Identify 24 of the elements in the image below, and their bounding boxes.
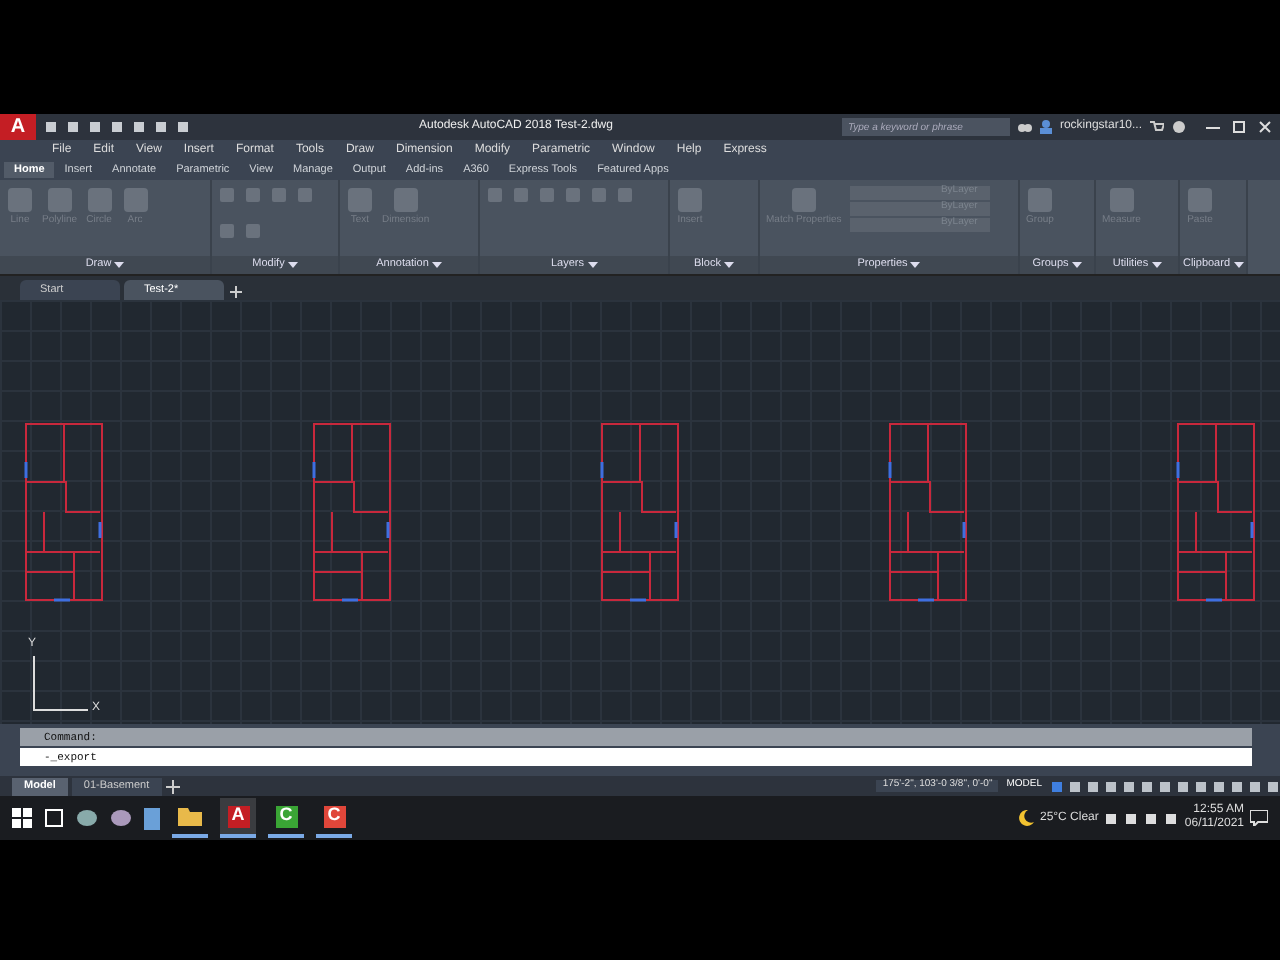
caret-icon[interactable] [431, 261, 442, 269]
moon-icon [1017, 810, 1034, 826]
caret-icon[interactable] [1233, 261, 1244, 269]
grid-icon[interactable] [1050, 779, 1064, 793]
notification-icon[interactable] [1250, 810, 1268, 826]
app-icon[interactable]: A [220, 798, 256, 838]
app-logo[interactable]: A [0, 114, 36, 140]
caret-icon[interactable] [1151, 261, 1162, 269]
user-icon [1039, 120, 1052, 134]
maximize-icon[interactable] [1232, 120, 1246, 134]
cart-icon[interactable] [1150, 120, 1164, 134]
plus-icon[interactable] [228, 284, 244, 300]
caret-icon[interactable] [1071, 261, 1082, 269]
caret-icon[interactable] [587, 261, 597, 269]
close-icon[interactable] [1258, 120, 1272, 134]
ucs-axes-icon [28, 652, 92, 716]
windows-start-icon[interactable] [12, 808, 32, 828]
task-view-icon[interactable] [44, 808, 64, 828]
caret-icon[interactable] [910, 261, 921, 269]
plus-icon[interactable] [165, 779, 180, 793]
caret-icon[interactable] [723, 261, 734, 269]
binoculars-icon[interactable] [1017, 120, 1032, 134]
caret-icon[interactable] [114, 261, 125, 269]
caret-icon[interactable] [287, 261, 298, 269]
